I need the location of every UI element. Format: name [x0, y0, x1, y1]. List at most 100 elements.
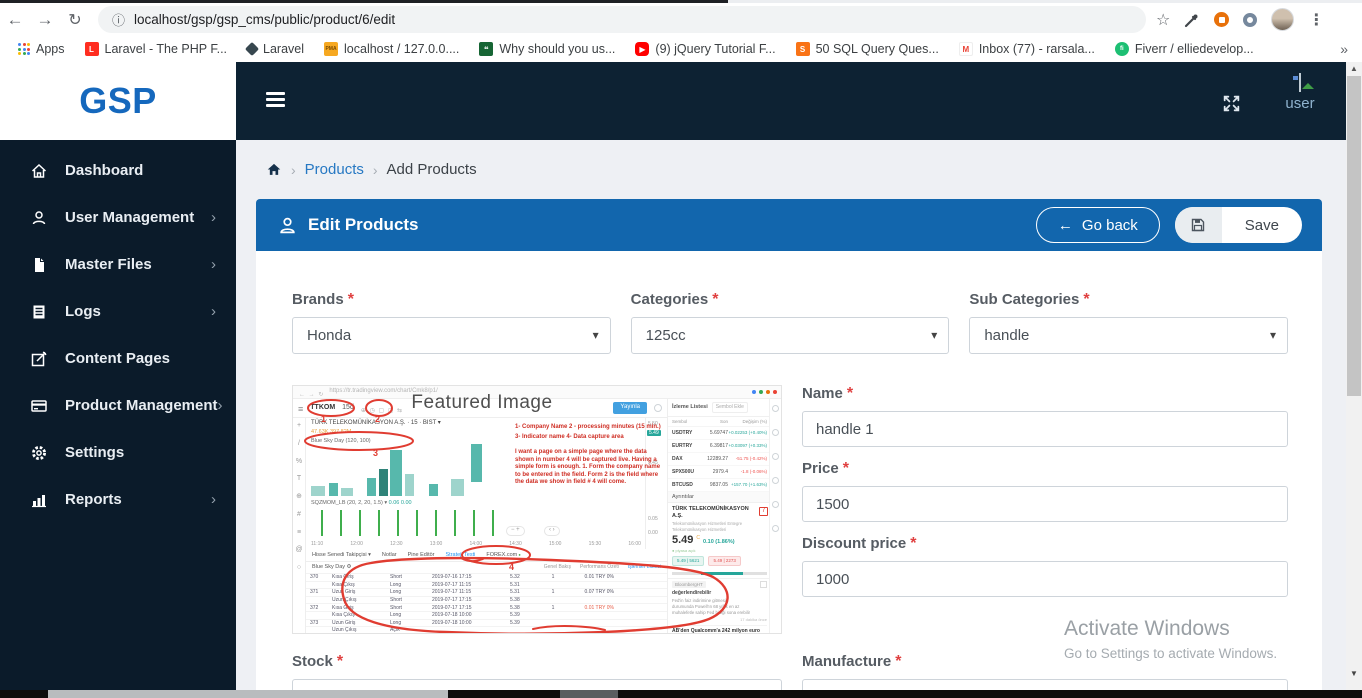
- browser-actions: [1156, 8, 1324, 31]
- sidebar-toggle-button[interactable]: [266, 92, 285, 107]
- panel-body: Brands* Honda Categories* 125cc Sub Cate…: [256, 251, 1322, 690]
- name-label: Name: [802, 385, 843, 402]
- featured-image-label: Featured Image: [411, 392, 553, 413]
- home-icon: [30, 162, 48, 180]
- breadcrumb-separator-icon: [291, 162, 296, 178]
- user-menu[interactable]: user: [1270, 73, 1330, 112]
- fullscreen-icon[interactable]: [1221, 93, 1242, 114]
- right-icon-rail: [769, 399, 781, 633]
- subcategories-select[interactable]: handle: [969, 317, 1288, 354]
- chevron-right-icon: [211, 209, 216, 226]
- browser-reload-button[interactable]: [60, 6, 90, 34]
- stock-label: Stock: [292, 653, 333, 670]
- sidebar-item-settings[interactable]: Settings: [0, 429, 236, 476]
- browser-forward-button[interactable]: [30, 6, 60, 34]
- panel-title: Edit Products: [308, 215, 419, 234]
- name-input[interactable]: [802, 411, 1288, 447]
- bookmark-star-icon[interactable]: [1156, 10, 1170, 30]
- red-annotation-text: 1- Company Name 2 - processing minutes (…: [515, 424, 661, 485]
- ring-extension-icon[interactable]: [1243, 12, 1258, 27]
- vertical-scrollbar[interactable]: [1346, 62, 1362, 690]
- fiverr-icon: fi: [1114, 42, 1129, 56]
- bookmark-sql[interactable]: S 50 SQL Query Ques...: [788, 40, 947, 58]
- browser-menu-icon[interactable]: [1308, 10, 1324, 30]
- orange-extension-icon[interactable]: [1214, 12, 1230, 27]
- news-thumb-icon: [760, 580, 767, 588]
- bookmark-laravel-php[interactable]: L Laravel - The PHP F...: [77, 40, 236, 58]
- price-field: Price *: [802, 460, 1288, 522]
- brands-label: Brands: [292, 291, 344, 308]
- hscroll-thumb[interactable]: [48, 690, 448, 698]
- bottom-taskbar-strip: [0, 690, 1362, 698]
- stock-manufacture-row: Stock* Manufacture*: [292, 653, 1288, 690]
- breadcrumb-home-icon[interactable]: [266, 162, 282, 177]
- bookmark-phpmyadmin[interactable]: PMA localhost / 127.0.0....: [316, 40, 467, 58]
- scrollbar-thumb[interactable]: [1347, 76, 1361, 396]
- table-row: 370 Kısa Giriş Short 2019-07-16 17:15 5.32 1 0…: [306, 573, 667, 581]
- bookmark-article[interactable]: ❝ Why should you us...: [471, 40, 623, 58]
- apps-shortcut[interactable]: Apps: [10, 40, 73, 58]
- save-button[interactable]: Save: [1174, 207, 1302, 243]
- bookmark-gmail[interactable]: M Inbox (77) - rarsala...: [951, 40, 1103, 58]
- sidebar-item-logs[interactable]: Logs: [0, 288, 236, 335]
- table-row: 373 Uzun Giriş Long 2019-07-18 10:00 5.39: [306, 618, 667, 627]
- watchlist-row: DAX 12289.27 -51.75 (-0.42%): [668, 453, 771, 466]
- categories-select[interactable]: 125cc: [630, 317, 950, 354]
- apps-label: Apps: [36, 42, 65, 56]
- histogram-lines: [321, 510, 501, 536]
- chevron-right-icon: [211, 303, 216, 320]
- eyedropper-extension-icon[interactable]: [1184, 12, 1200, 28]
- logo-area[interactable]: GSP: [0, 62, 236, 140]
- scroll-up-icon[interactable]: [1346, 64, 1362, 73]
- panel-actions: Go back Save: [1035, 207, 1302, 243]
- address-bar[interactable]: localhost/gsp/gsp_cms/public/product/6/e…: [98, 6, 1146, 33]
- sidebar-item-product-management[interactable]: Product Management: [0, 382, 236, 429]
- breadcrumb-products-link[interactable]: Products: [305, 161, 364, 178]
- chevron-right-icon: [211, 491, 216, 508]
- discount-price-input[interactable]: [802, 561, 1288, 597]
- sidebar-item-master-files[interactable]: Master Files: [0, 241, 236, 288]
- bookmark-youtube[interactable]: ▶ (9) jQuery Tutorial F...: [627, 40, 783, 58]
- logo-text: GSP: [79, 80, 157, 121]
- watchlist-row: SPX500U 2979.4 -1.8 (-0.06%): [668, 466, 771, 479]
- manufacture-input[interactable]: [802, 679, 1288, 690]
- back-arrow-icon: [1058, 217, 1073, 234]
- browser-back-button[interactable]: [0, 6, 30, 34]
- sidebar-item-reports[interactable]: Reports: [0, 476, 236, 523]
- scroll-controls: ‹ ›: [544, 526, 560, 536]
- file-icon: [30, 256, 48, 274]
- sidebar-item-user-management[interactable]: User Management: [0, 194, 236, 241]
- apps-grid-icon: [18, 43, 30, 55]
- browser-profile-avatar[interactable]: [1271, 8, 1295, 31]
- scroll-down-icon[interactable]: [1346, 669, 1362, 678]
- broken-avatar-image-icon: [1299, 73, 1301, 92]
- stock-input[interactable]: [292, 679, 782, 690]
- laravel-diamond-icon: [244, 41, 260, 57]
- chevron-right-icon: [218, 397, 223, 414]
- subcategories-field: Sub Categories * handle: [969, 291, 1288, 354]
- mini-extension-icons: [752, 390, 777, 394]
- bookmark-laravel[interactable]: Laravel: [239, 40, 312, 58]
- panel-header: Edit Products Go back Save: [256, 199, 1322, 251]
- manufacture-label: Manufacture: [802, 653, 892, 670]
- table-row: 371 Uzun Giriş Long 2019-07-17 11:15 5.31 1 0.…: [306, 588, 667, 596]
- featured-image-upload[interactable]: Featured Image https://tr.tradingview.co…: [292, 385, 782, 634]
- price-input[interactable]: [802, 486, 1288, 522]
- bookmarks-overflow-icon[interactable]: [1340, 41, 1348, 57]
- youtube-icon: ▶: [635, 42, 650, 56]
- go-back-button[interactable]: Go back: [1035, 207, 1160, 243]
- edit-icon: [30, 350, 48, 368]
- brands-select[interactable]: Honda: [292, 317, 611, 354]
- bookmark-fiverr[interactable]: fi Fiverr / elliedevelop...: [1107, 40, 1262, 58]
- time-axis: 11:10 12:00 12:30 13:00 14:00 14:30 15:00 15:30…: [311, 540, 641, 547]
- laravel-icon: L: [84, 42, 99, 56]
- sidebar-item-dashboard[interactable]: Dashboard: [0, 147, 236, 194]
- sidebar-item-content-pages[interactable]: Content Pages: [0, 335, 236, 382]
- watchlist-row: USDTRY 5.69747 +0.02253 (+0.40%): [668, 427, 771, 440]
- sql-flame-icon: S: [795, 42, 810, 56]
- sidebar-menu: Dashboard User Management Master Files L…: [0, 140, 236, 523]
- table-row: Kısa Çıkış Long 2019-07-18 10:00 5.39: [306, 610, 667, 619]
- site-info-icon[interactable]: [112, 10, 125, 30]
- trades-table: Blue Sky Day ⚙ Genel Bakış Performans Öz…: [306, 562, 667, 633]
- red-box-7: 7: [759, 507, 768, 516]
